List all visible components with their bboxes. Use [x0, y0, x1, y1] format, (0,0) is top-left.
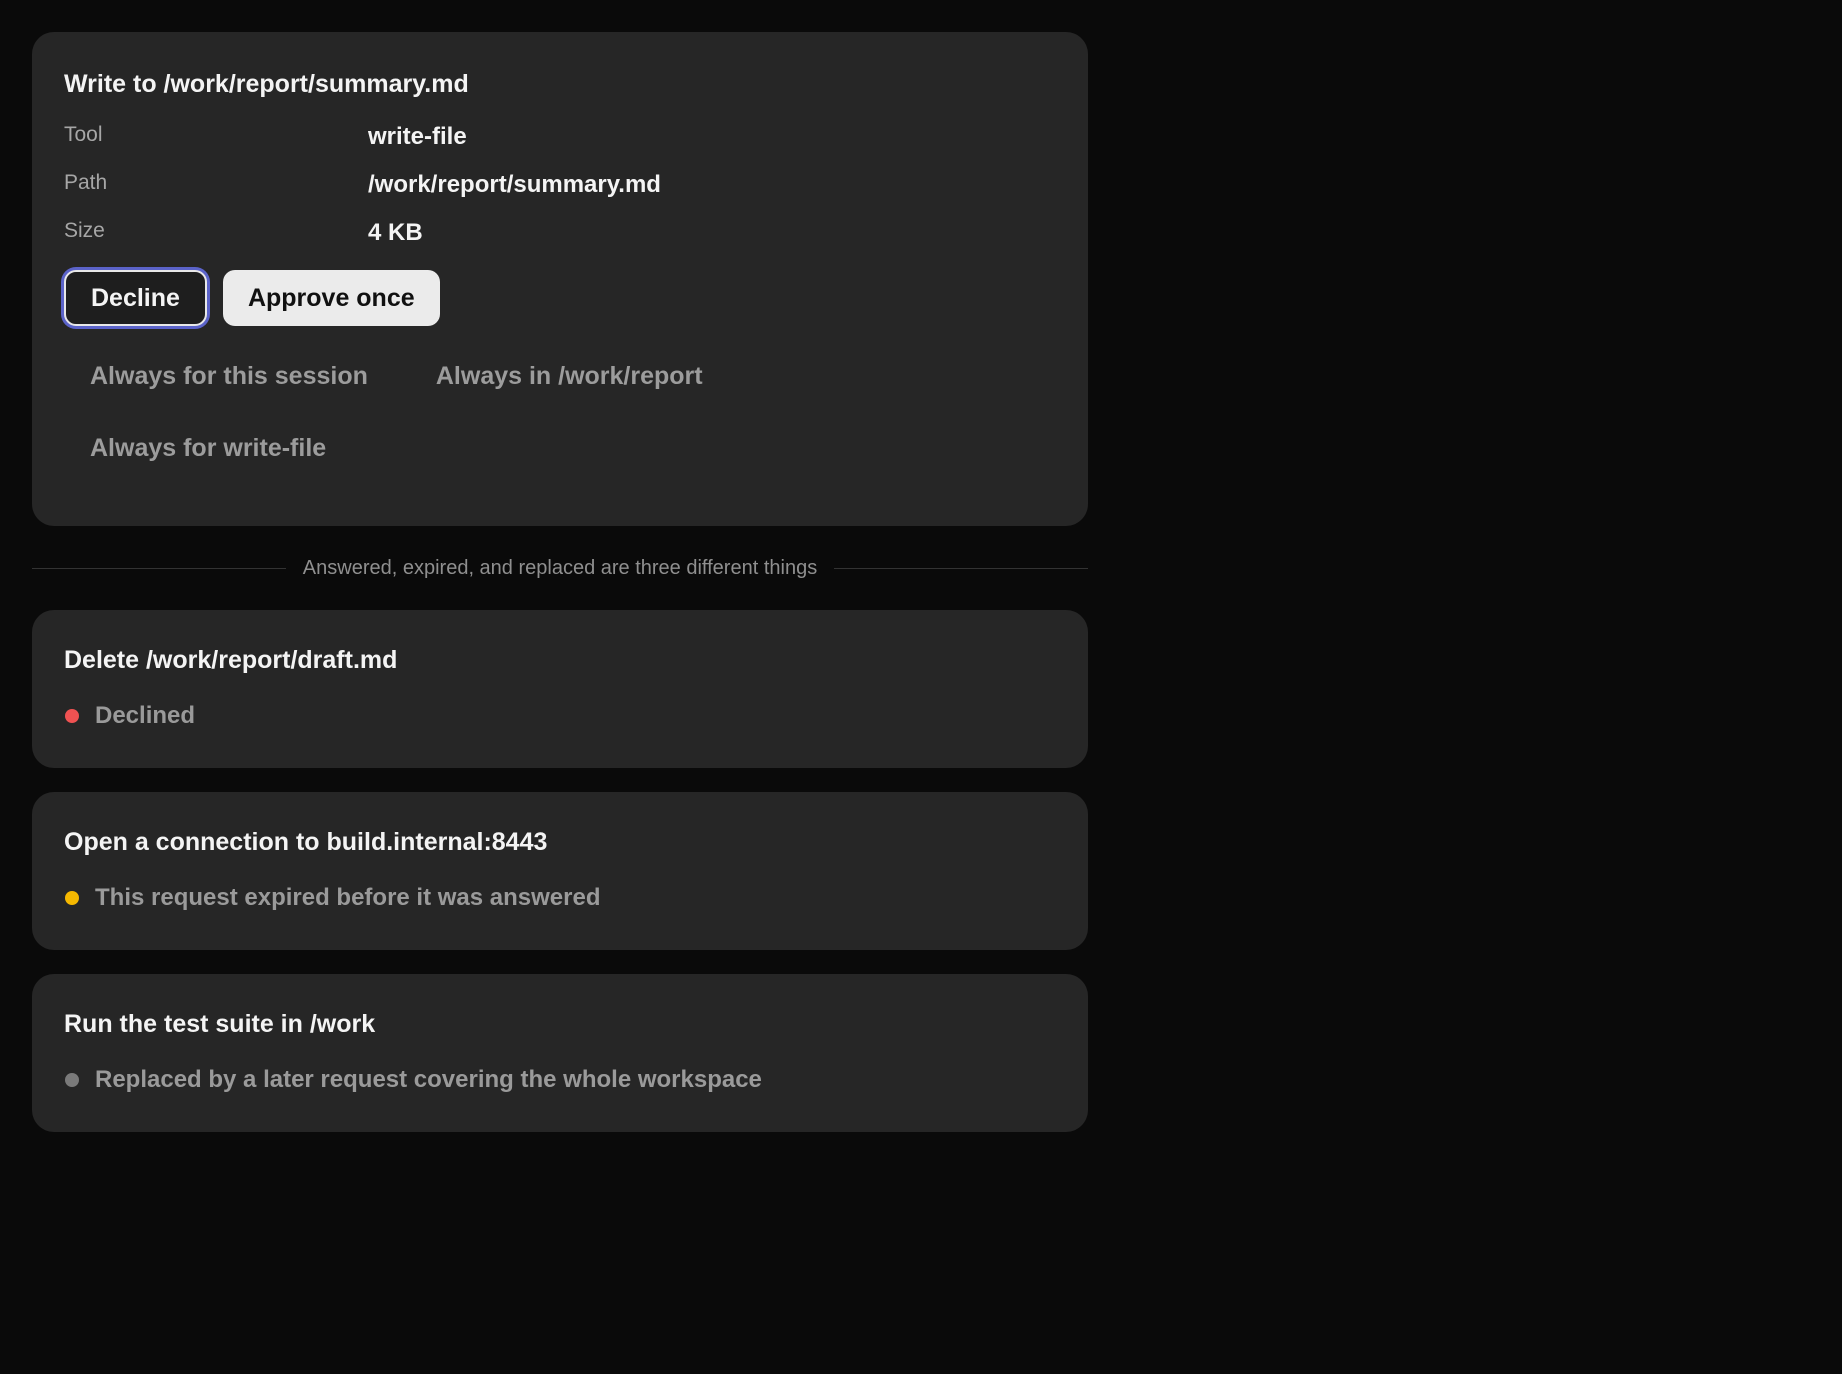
status-line: This request expired before it was answe… — [64, 884, 1056, 912]
detail-label: Size — [64, 219, 105, 242]
approve-once-button[interactable]: Approve once — [222, 270, 440, 326]
detail-value: 4 KB — [368, 219, 423, 246]
request-details: Tool write-file Path /work/report/summar… — [64, 120, 1056, 264]
status-dot-icon — [65, 1073, 79, 1087]
resolved-request-card-expired: Open a connection to build.internal:8443… — [32, 792, 1088, 950]
always-for-session-option[interactable]: Always for this session — [64, 340, 394, 412]
detail-value: /work/report/summary.md — [368, 171, 661, 198]
status-dot-icon — [65, 709, 79, 723]
request-title: Delete /work/report/draft.md — [64, 646, 398, 674]
resolved-request-card-replaced: Run the test suite in /work Replaced by … — [32, 974, 1088, 1132]
always-for-tool-option[interactable]: Always for write-file — [64, 412, 352, 484]
pending-request-card: Write to /work/report/summary.md Tool wr… — [32, 32, 1088, 526]
status-dot-icon — [65, 891, 79, 905]
detail-label: Tool — [64, 123, 103, 146]
section-divider: Answered, expired, and replaced are thre… — [32, 526, 1088, 610]
status-text: Replaced by a later request covering the… — [95, 1066, 762, 1093]
divider-line-right — [834, 567, 1088, 569]
divider-line-left — [32, 567, 286, 569]
detail-row-path: Path /work/report/summary.md — [64, 168, 1056, 216]
status-text: This request expired before it was answe… — [95, 884, 601, 911]
primary-actions: Decline Approve once — [64, 270, 1056, 326]
detail-label: Path — [64, 171, 108, 194]
status-text: Declined — [95, 702, 196, 729]
always-options: Always for this session Always in /work/… — [64, 340, 784, 484]
permission-request-stack: Write to /work/report/summary.md Tool wr… — [32, 32, 1088, 1156]
detail-row-tool: Tool write-file — [64, 120, 1056, 168]
decline-button[interactable]: Decline — [64, 270, 207, 326]
request-title: Write to /work/report/summary.md — [64, 70, 469, 98]
resolved-request-card-declined: Delete /work/report/draft.md Declined — [32, 610, 1088, 768]
status-line: Replaced by a later request covering the… — [64, 1066, 1056, 1094]
status-line: Declined — [64, 702, 1056, 730]
divider-caption: Answered, expired, and replaced are thre… — [302, 556, 818, 579]
detail-row-size: Size 4 KB — [64, 216, 1056, 264]
request-title: Run the test suite in /work — [64, 1010, 376, 1038]
request-title: Open a connection to build.internal:8443 — [64, 828, 548, 856]
detail-value: write-file — [368, 123, 467, 150]
always-in-directory-option[interactable]: Always in /work/report — [410, 340, 729, 412]
